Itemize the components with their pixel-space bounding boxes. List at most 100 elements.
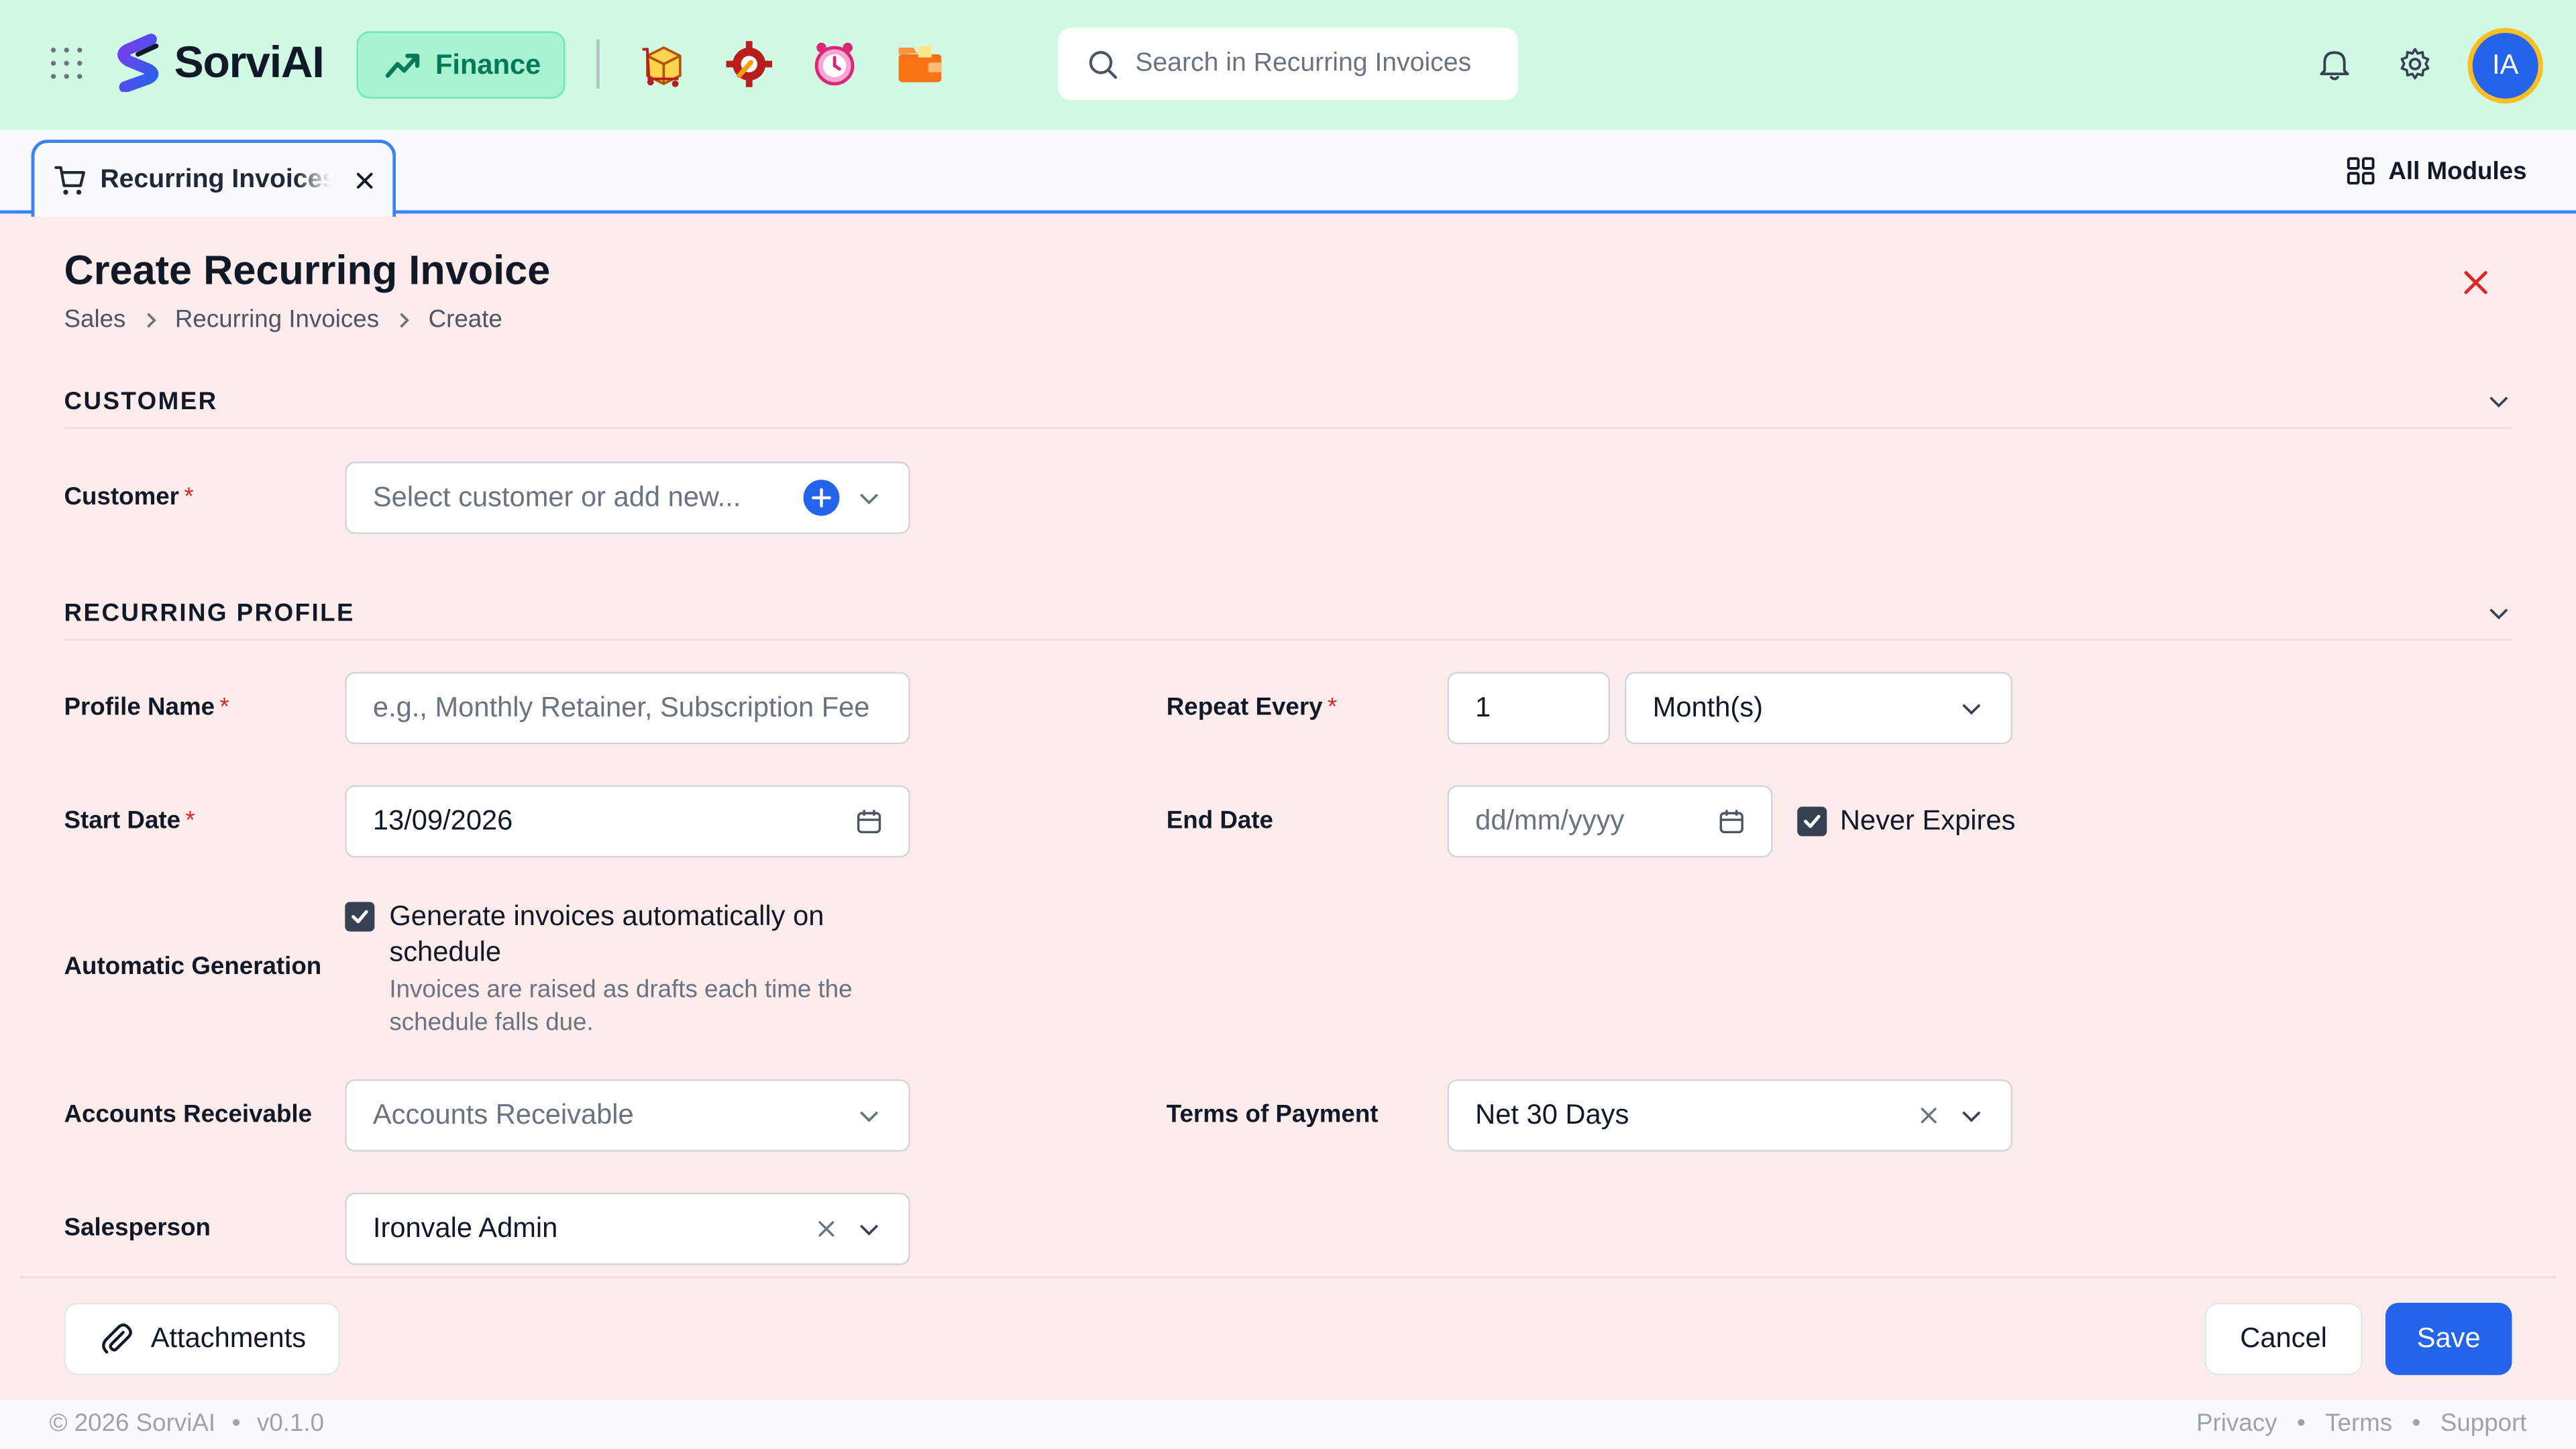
tab-recurring-invoices[interactable]: Recurring Invoices (31, 140, 396, 217)
section-divider (64, 427, 2512, 429)
clear-icon[interactable] (813, 1216, 839, 1242)
end-date-placeholder: dd/mm/yyyy (1475, 805, 1625, 837)
auto-gen-checkbox[interactable] (345, 902, 375, 932)
tab-bar: Recurring Invoices All Modules (0, 129, 2576, 217)
auto-gen-checkbox-label[interactable]: Generate invoices automatically on sched… (389, 899, 882, 971)
service-gear-icon[interactable] (724, 40, 773, 89)
section-customer-header[interactable]: CUSTOMER (64, 388, 2512, 416)
close-icon[interactable] (354, 168, 376, 191)
app-grid-icon[interactable] (49, 46, 85, 83)
top-bar: SorviAI Finance Search in Recurring Invo… (0, 0, 2576, 130)
clock-icon[interactable] (810, 40, 859, 89)
attachments-label: Attachments (150, 1322, 307, 1354)
paperclip-icon (101, 1323, 132, 1354)
section-profile-header[interactable]: RECURRING PROFILE (64, 600, 2512, 628)
chevron-down-icon[interactable] (2485, 600, 2512, 626)
chevron-right-icon (146, 312, 156, 327)
folder-icon[interactable] (896, 40, 945, 89)
terms-label: Terms of Payment (1166, 1100, 1379, 1129)
module-switcher-button[interactable]: Finance (356, 31, 566, 99)
cart-icon (54, 165, 85, 194)
repeat-every-input[interactable] (1475, 692, 1582, 725)
footer-dot: • (2296, 1409, 2306, 1438)
cancel-button[interactable]: Cancel (2204, 1303, 2363, 1375)
search-input[interactable] (1135, 49, 1513, 79)
plus-circle-icon[interactable] (803, 480, 840, 516)
chevron-right-icon (399, 312, 409, 327)
section-profile-title: RECURRING PROFILE (64, 599, 356, 628)
ar-select[interactable]: Accounts Receivable (345, 1079, 910, 1152)
ar-placeholder: Accounts Receivable (372, 1099, 634, 1130)
section-divider (64, 639, 2512, 641)
repeat-every-field[interactable] (1447, 672, 1611, 745)
actions-divider (19, 1276, 2557, 1279)
breadcrumb-sales[interactable]: Sales (64, 306, 126, 334)
terms-select[interactable]: Net 30 Days (1447, 1079, 2013, 1152)
auto-gen-hint: Invoices are raised as drafts each time … (389, 975, 853, 1037)
calendar-icon[interactable] (856, 808, 882, 835)
never-expires-label[interactable]: Never Expires (1840, 805, 2015, 838)
modules-grid-icon (2347, 157, 2375, 185)
gear-icon[interactable] (2397, 46, 2433, 83)
terms-value: Net 30 Days (1475, 1099, 1629, 1130)
auto-gen-label: Automatic Generation (64, 953, 322, 981)
support-link[interactable]: Support (2440, 1409, 2527, 1438)
repeat-unit-value: Month(s) (1652, 692, 1763, 723)
search-icon (1089, 50, 1118, 78)
salesperson-label: Salesperson (64, 1214, 211, 1242)
customer-select[interactable]: Select customer or add new... (345, 462, 910, 534)
trending-up-icon (385, 52, 420, 77)
terms-link[interactable]: Terms (2325, 1409, 2392, 1438)
chevron-down-icon[interactable] (2485, 388, 2512, 414)
save-button[interactable]: Save (2385, 1303, 2512, 1375)
profile-name-field[interactable] (345, 672, 910, 745)
salesperson-value: Ironvale Admin (372, 1212, 558, 1244)
chevron-down-icon (1962, 704, 1981, 715)
top-divider (596, 39, 600, 89)
all-modules-label: All Modules (2388, 156, 2527, 185)
start-date-value: 13/09/2026 (372, 805, 513, 837)
bell-icon[interactable] (2316, 46, 2353, 83)
check-icon (352, 910, 368, 924)
search-box[interactable] (1058, 28, 1518, 101)
profile-name-label: Profile Name * (64, 693, 229, 722)
breadcrumb-recurring-invoices[interactable]: Recurring Invoices (175, 306, 379, 334)
module-label: Finance (435, 48, 541, 80)
repeat-every-label: Repeat Every * (1166, 693, 1338, 722)
logo-text: SorviAI (174, 37, 325, 87)
salesperson-select[interactable]: Ironvale Admin (345, 1192, 910, 1265)
privacy-link[interactable]: Privacy (2196, 1409, 2277, 1438)
end-date-field[interactable]: dd/mm/yyyy (1447, 785, 1773, 858)
logo[interactable]: SorviAI (112, 33, 325, 93)
page-footer: © 2026 SorviAI • v0.1.0 Privacy • Terms … (0, 1399, 2576, 1449)
clear-icon[interactable] (1916, 1102, 1942, 1128)
customer-label: Customer * (64, 483, 194, 511)
start-date-field[interactable]: 13/09/2026 (345, 785, 910, 858)
section-customer-title: CUSTOMER (64, 387, 218, 416)
attachments-button[interactable]: Attachments (64, 1303, 340, 1375)
customer-placeholder: Select customer or add new... (372, 481, 741, 513)
chevron-down-icon (859, 493, 879, 504)
footer-dot: • (2412, 1409, 2421, 1438)
calendar-icon[interactable] (1719, 808, 1745, 835)
close-form-icon[interactable] (2458, 264, 2494, 301)
breadcrumb: Sales Recurring Invoices Create (64, 306, 502, 334)
user-avatar[interactable]: IA (2467, 28, 2544, 104)
page-title: Create Recurring Invoice (64, 248, 551, 294)
chevron-down-icon (859, 1111, 879, 1122)
chevron-down-icon (859, 1224, 879, 1236)
tab-label: Recurring Invoices (100, 165, 331, 193)
copyright-text: © 2026 SorviAI (49, 1409, 216, 1438)
all-modules-button[interactable]: All Modules (2346, 156, 2527, 186)
breadcrumb-create: Create (428, 305, 502, 334)
app-root: SorviAI Finance Search in Recurring Invo… (0, 0, 2576, 1449)
chevron-down-icon (1962, 1111, 1981, 1122)
check-icon (1803, 814, 1821, 828)
repeat-unit-select[interactable]: Month(s) (1625, 672, 2013, 745)
version-text: v0.1.0 (256, 1409, 325, 1438)
logo-mark-icon (117, 34, 159, 93)
never-expires-checkbox[interactable] (1797, 806, 1827, 837)
ar-label: Accounts Receivable (64, 1100, 313, 1129)
inventory-box-icon[interactable] (639, 40, 688, 89)
profile-name-input[interactable] (372, 692, 883, 725)
